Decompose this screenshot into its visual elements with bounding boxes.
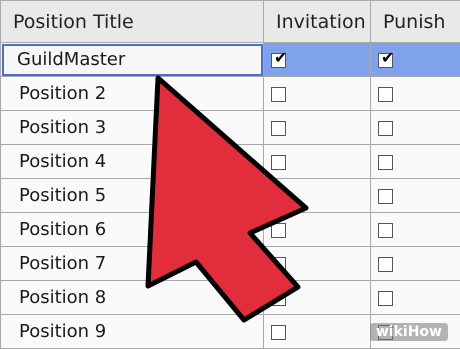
position-title-cell[interactable]: Position 2 bbox=[1, 77, 264, 111]
invitation-checkbox[interactable] bbox=[271, 155, 286, 170]
invitation-cell bbox=[264, 281, 371, 315]
punish-checkbox[interactable] bbox=[378, 257, 393, 272]
invitation-cell bbox=[264, 179, 371, 213]
punish-checkbox[interactable]: ✔ bbox=[378, 53, 393, 68]
punish-checkbox[interactable] bbox=[378, 87, 393, 102]
column-header-invitation[interactable]: Invitation bbox=[264, 1, 371, 43]
wikihow-watermark: wikiHow bbox=[370, 323, 448, 341]
position-title-cell[interactable]: GuildMaster bbox=[1, 43, 264, 77]
punish-checkbox[interactable] bbox=[378, 189, 393, 204]
punish-cell bbox=[371, 145, 460, 179]
punish-checkbox[interactable] bbox=[378, 155, 393, 170]
header-row: Position Title Invitation Punish bbox=[1, 1, 460, 43]
table-row[interactable]: Position 3 bbox=[1, 111, 460, 145]
invitation-cell bbox=[264, 315, 371, 349]
checkmark-icon: ✔ bbox=[274, 50, 287, 66]
table-row[interactable]: Position 7 bbox=[1, 247, 460, 281]
invitation-checkbox[interactable] bbox=[271, 291, 286, 306]
table-row[interactable]: Position 8 bbox=[1, 281, 460, 315]
invitation-cell bbox=[264, 111, 371, 145]
position-title-cell[interactable]: Position 6 bbox=[1, 213, 264, 247]
table-row[interactable]: GuildMaster ✔ ✔ bbox=[1, 43, 460, 77]
position-title-cell[interactable]: Position 9 bbox=[1, 315, 264, 349]
invitation-cell: ✔ bbox=[264, 43, 371, 77]
position-title-cell[interactable]: Position 3 bbox=[1, 111, 264, 145]
column-header-position-title[interactable]: Position Title bbox=[1, 1, 264, 43]
punish-cell bbox=[371, 111, 460, 145]
invitation-checkbox[interactable]: ✔ bbox=[271, 53, 286, 68]
position-title-cell[interactable]: Position 5 bbox=[1, 179, 264, 213]
table-row[interactable]: Position 5 bbox=[1, 179, 460, 213]
punish-cell bbox=[371, 213, 460, 247]
invitation-cell bbox=[264, 213, 371, 247]
position-title-cell[interactable]: Position 8 bbox=[1, 281, 264, 315]
invitation-checkbox[interactable] bbox=[271, 257, 286, 272]
invitation-checkbox[interactable] bbox=[271, 189, 286, 204]
invitation-checkbox[interactable] bbox=[271, 121, 286, 136]
punish-cell bbox=[371, 179, 460, 213]
invitation-cell bbox=[264, 77, 371, 111]
position-title-cell[interactable]: Position 7 bbox=[1, 247, 264, 281]
invitation-checkbox[interactable] bbox=[271, 223, 286, 238]
punish-checkbox[interactable] bbox=[378, 121, 393, 136]
invitation-checkbox[interactable] bbox=[271, 87, 286, 102]
punish-cell bbox=[371, 77, 460, 111]
column-header-punish[interactable]: Punish bbox=[371, 1, 460, 43]
table-row[interactable]: Position 2 bbox=[1, 77, 460, 111]
invitation-cell bbox=[264, 247, 371, 281]
invitation-checkbox[interactable] bbox=[271, 325, 286, 340]
invitation-cell bbox=[264, 145, 371, 179]
punish-cell bbox=[371, 281, 460, 315]
punish-cell bbox=[371, 247, 460, 281]
table-row[interactable]: Position 4 bbox=[1, 145, 460, 179]
checkmark-icon: ✔ bbox=[381, 50, 394, 66]
position-permissions-table: Position Title Invitation Punish GuildMa… bbox=[0, 0, 460, 349]
position-title-cell[interactable]: Position 4 bbox=[1, 145, 264, 179]
punish-cell: ✔ bbox=[371, 43, 460, 77]
punish-checkbox[interactable] bbox=[378, 291, 393, 306]
punish-checkbox[interactable] bbox=[378, 223, 393, 238]
table-row[interactable]: Position 6 bbox=[1, 213, 460, 247]
